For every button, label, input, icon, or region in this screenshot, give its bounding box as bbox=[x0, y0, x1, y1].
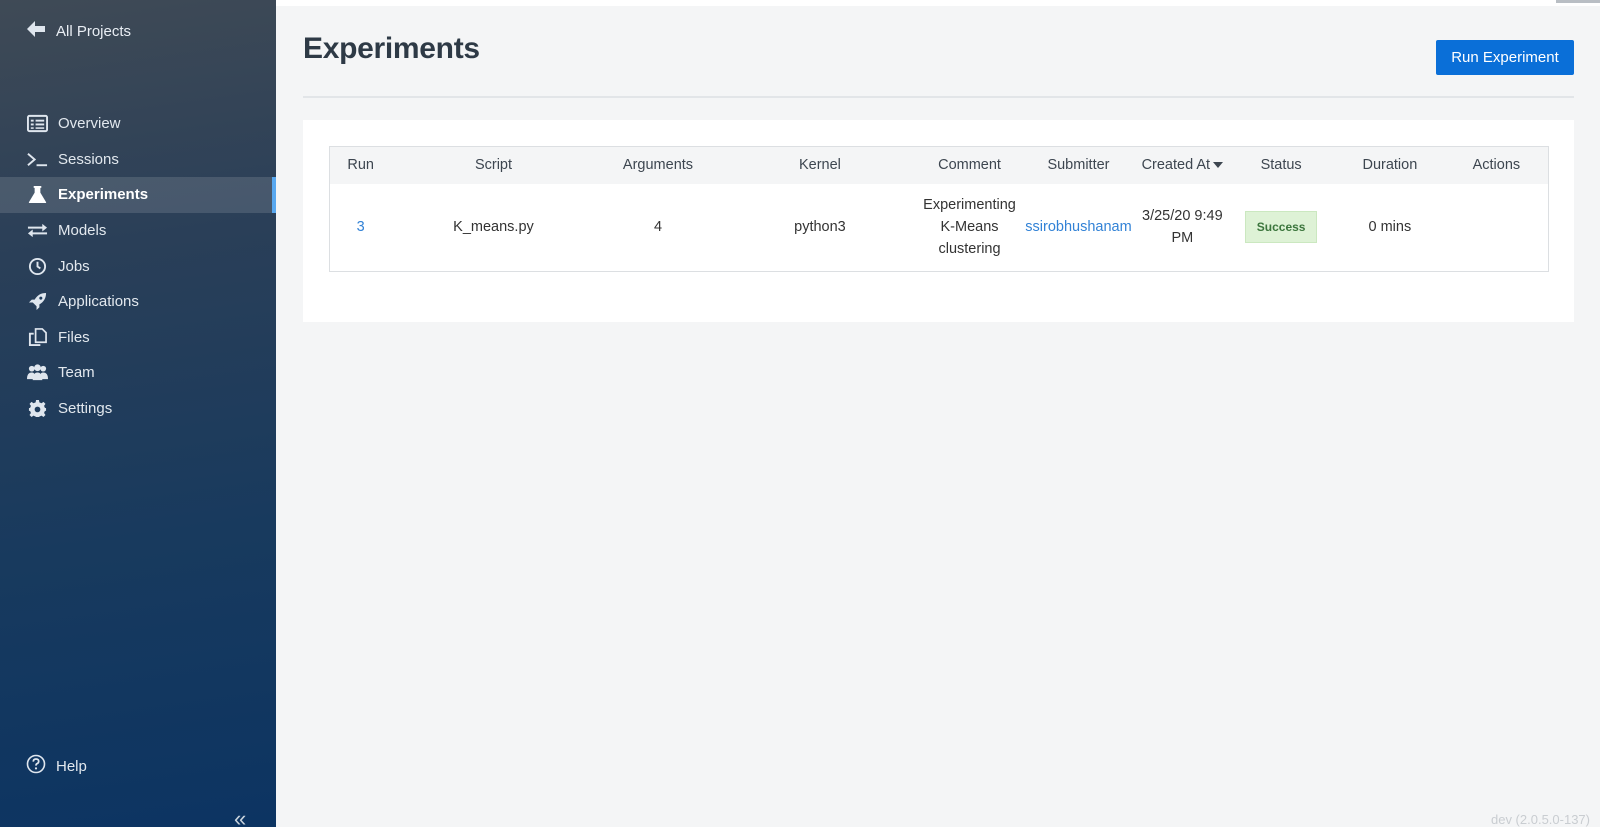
sidebar-item-label: Settings bbox=[58, 400, 113, 418]
sidebar-item-label: Overview bbox=[58, 115, 121, 133]
comment-cell: Experimenting K-Means clustering bbox=[923, 197, 1016, 258]
sidebar-item-label: Applications bbox=[58, 293, 139, 311]
column-header-script[interactable]: Script bbox=[391, 147, 595, 184]
run-cell: 3 bbox=[330, 184, 392, 272]
table-header-row: Run Script Arguments Kernel Comment Subm… bbox=[329, 146, 1549, 184]
run-link[interactable]: 3 bbox=[357, 219, 365, 235]
sidebar-item-label: Models bbox=[58, 222, 107, 240]
column-header-run[interactable]: Run bbox=[330, 147, 392, 184]
sidebar-item-models[interactable]: Models bbox=[0, 213, 276, 249]
column-header-arguments[interactable]: Arguments bbox=[596, 147, 721, 184]
submitter-link[interactable]: ssirobhushanam bbox=[1025, 219, 1131, 235]
column-header-submitter[interactable]: Submitter bbox=[1020, 147, 1138, 184]
help-label: Help bbox=[56, 757, 87, 775]
sidebar-item-label: Team bbox=[58, 364, 95, 382]
column-header-comment[interactable]: Comment bbox=[920, 147, 1020, 184]
files-icon bbox=[26, 327, 48, 347]
rocket-icon bbox=[26, 292, 48, 312]
kernel-cell: python3 bbox=[794, 219, 846, 236]
sidebar-item-jobs[interactable]: Jobs bbox=[0, 248, 276, 284]
actions-cell bbox=[1445, 184, 1549, 272]
column-header-duration[interactable]: Duration bbox=[1335, 147, 1445, 184]
column-header-kernel[interactable]: Kernel bbox=[720, 147, 919, 184]
sidebar-item-team[interactable]: Team bbox=[0, 355, 276, 391]
help-link[interactable]: Help bbox=[26, 754, 87, 778]
script-cell: K_means.py bbox=[453, 219, 534, 236]
submitter-cell: ssirobhushanam bbox=[1020, 184, 1138, 272]
sidebar: All Projects Overview Sessions Experimen… bbox=[0, 0, 276, 827]
arrows-icon bbox=[26, 221, 48, 241]
sidebar-item-label: Experiments bbox=[58, 186, 149, 204]
sidebar-item-sessions[interactable]: Sessions bbox=[0, 142, 276, 178]
table-row: 3 K_means.py 4 python3 Experimenting K-M… bbox=[329, 183, 1549, 272]
duration-cell: 0 mins bbox=[1368, 219, 1412, 236]
top-strip-marker bbox=[1556, 0, 1600, 3]
sidebar-item-experiments[interactable]: Experiments bbox=[0, 177, 276, 213]
status-cell: Success bbox=[1227, 184, 1335, 272]
created-at-label: Created At bbox=[1141, 157, 1211, 174]
clock-icon bbox=[26, 256, 48, 276]
sidebar-item-label: Sessions bbox=[58, 150, 119, 168]
sort-desc-icon bbox=[1213, 162, 1224, 169]
experiments-table: Run Script Arguments Kernel Comment Subm… bbox=[329, 146, 1549, 272]
top-strip bbox=[276, 0, 1600, 6]
sidebar-item-label: Jobs bbox=[58, 257, 90, 275]
all-projects-link[interactable]: All Projects bbox=[26, 19, 131, 43]
sidebar-nav: Overview Sessions Experiments Models Job… bbox=[0, 106, 276, 426]
overview-icon bbox=[26, 114, 48, 134]
arrow-left-icon bbox=[26, 19, 46, 43]
all-projects-label: All Projects bbox=[56, 22, 132, 40]
page-title: Experiments bbox=[303, 32, 480, 65]
title-divider bbox=[303, 96, 1574, 98]
collapse-sidebar-icon[interactable]: « bbox=[234, 808, 247, 827]
sidebar-item-label: Files bbox=[58, 328, 90, 346]
version-label: dev (2.0.5.0-137) bbox=[1490, 812, 1590, 827]
sidebar-item-applications[interactable]: Applications bbox=[0, 284, 276, 320]
gear-icon bbox=[26, 399, 48, 419]
created-at-cell: 3/25/20 9:49 PM bbox=[1142, 208, 1223, 247]
flask-icon bbox=[26, 185, 48, 205]
sidebar-item-files[interactable]: Files bbox=[0, 320, 276, 356]
sidebar-item-settings[interactable]: Settings bbox=[0, 391, 276, 427]
team-icon bbox=[26, 363, 48, 383]
sidebar-item-overview[interactable]: Overview bbox=[0, 106, 276, 142]
terminal-icon bbox=[26, 149, 48, 169]
column-header-status[interactable]: Status bbox=[1227, 147, 1335, 184]
column-header-actions: Actions bbox=[1472, 157, 1521, 174]
run-experiment-button[interactable]: Run Experiment bbox=[1436, 40, 1574, 75]
status-badge: Success bbox=[1244, 211, 1318, 244]
column-header-created-at[interactable]: Created At bbox=[1137, 147, 1227, 184]
arguments-cell: 4 bbox=[653, 219, 663, 236]
experiments-card: Run Script Arguments Kernel Comment Subm… bbox=[303, 120, 1574, 322]
help-icon bbox=[26, 754, 46, 778]
